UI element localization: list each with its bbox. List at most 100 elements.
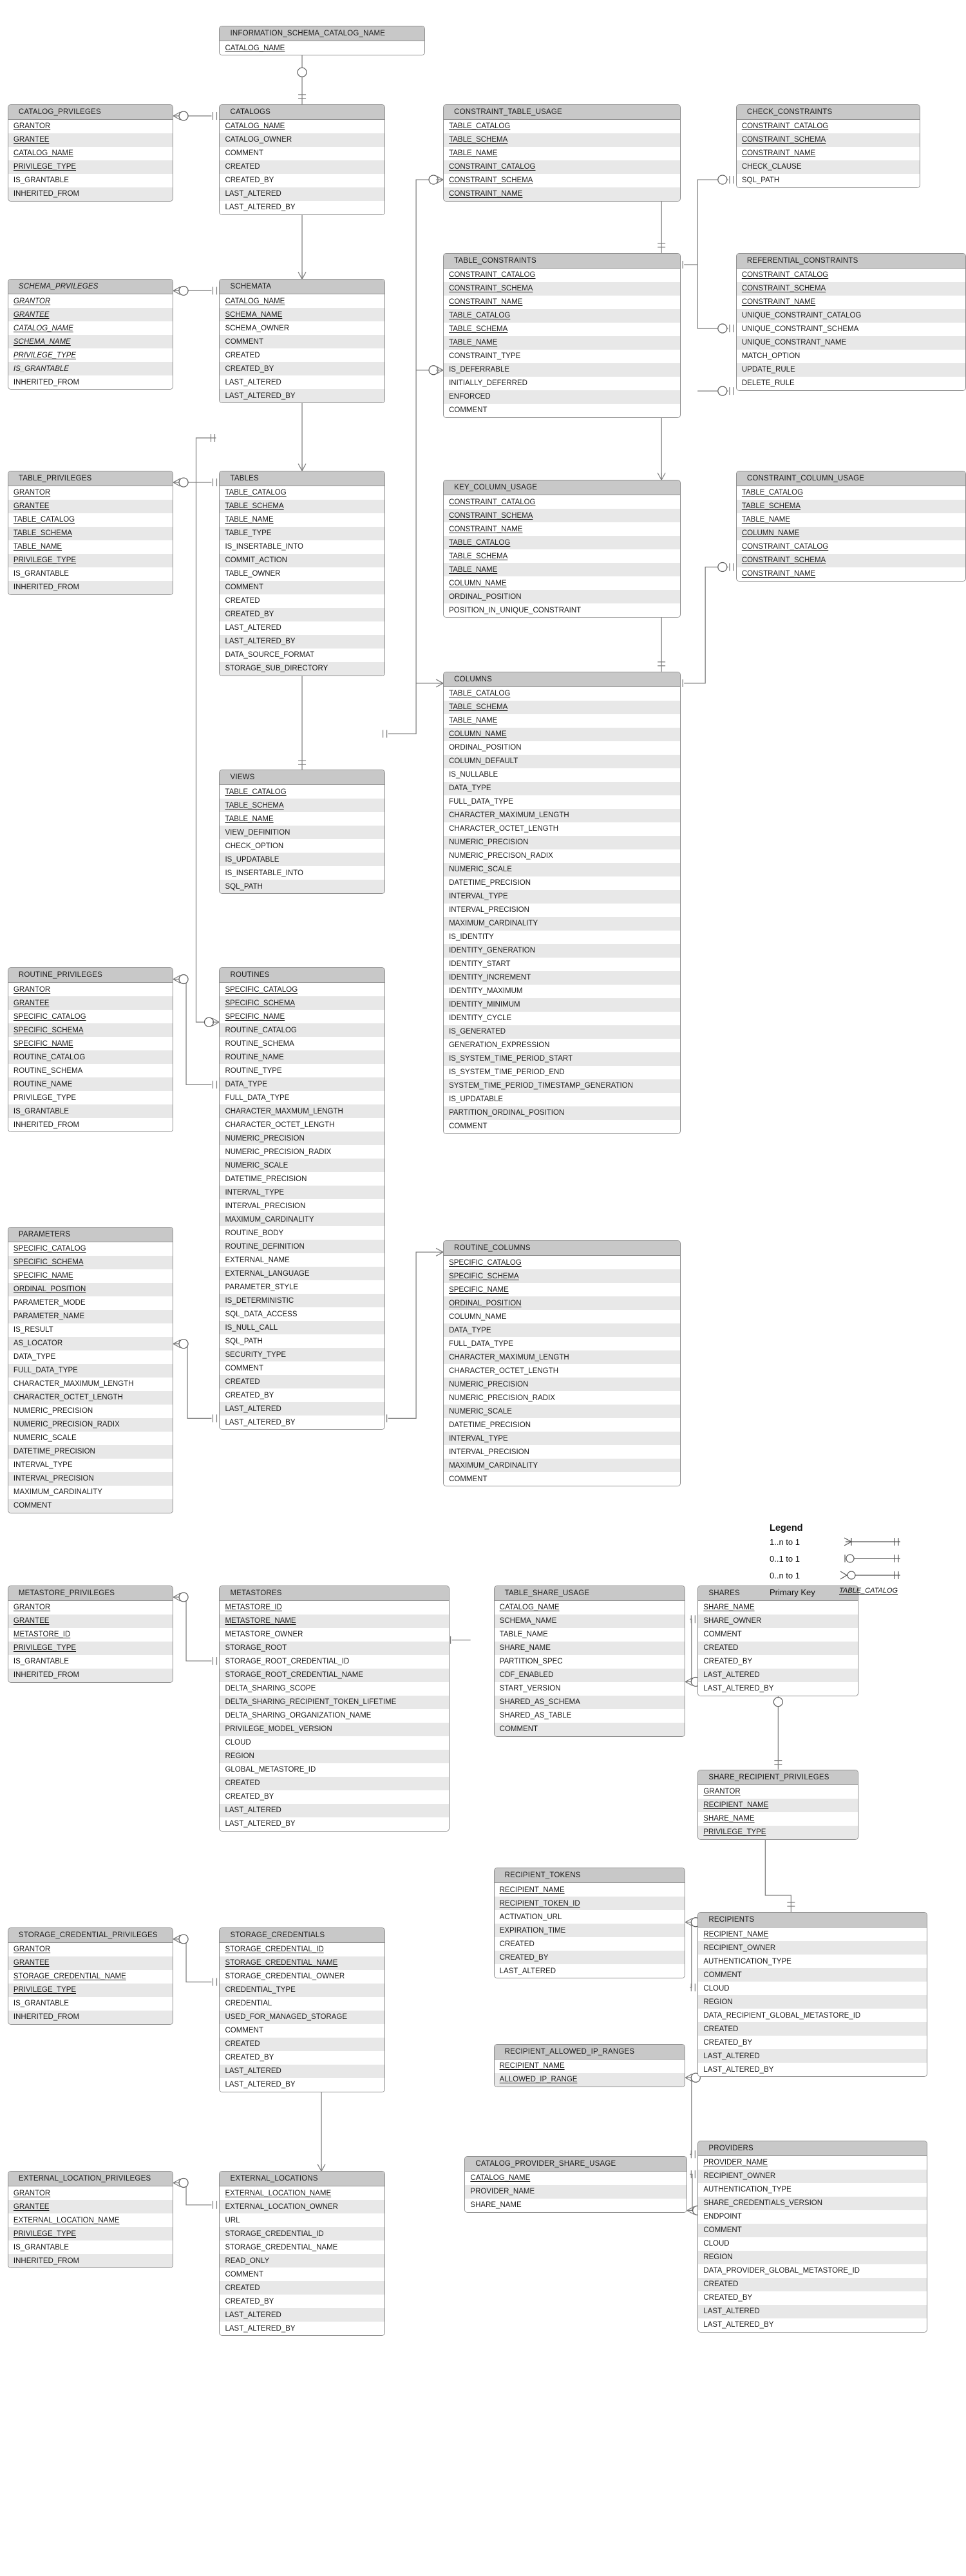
entity-column: INTERVAL_TYPE xyxy=(444,889,681,904)
entity-column: UNIQUE_CONSTRAINT_SCHEMA xyxy=(736,322,965,336)
entity-key_column_usage[interactable]: KEY_COLUMN_USAGE CONSTRAINT_CATALOG CONSTR… xyxy=(443,480,681,618)
column-name: COLUMN_NAME xyxy=(741,529,800,538)
entity-column: CONSTRAINT_CATALOG xyxy=(444,495,681,509)
entity-parameters[interactable]: PARAMETERS SPECIFIC_CATALOG SPECIFIC_SCHEM… xyxy=(7,1226,174,1513)
column-name: CREATED xyxy=(225,1779,260,1788)
entity-column: INTERVAL_PRECISION xyxy=(444,903,681,917)
entity-table_share_usage[interactable]: TABLE_SHARE_USAGE CATALOG_NAME SCHEMA_NAME… xyxy=(493,1585,686,1737)
entity-recipients[interactable]: RECIPIENTS RECIPIENT_NAME RECIPIENT_OWNER A… xyxy=(697,1912,928,2078)
entity-schema_privileges[interactable]: SCHEMA_PRVILEGES GRANTOR GRANTEE CATALOG_NA… xyxy=(7,279,174,390)
entity-column: ROUTINE_BODY xyxy=(220,1226,384,1240)
entity-constraint_column_usage[interactable]: CONSTRAINT_COLUMN_USAGE TABLE_CATALOG TABL… xyxy=(735,470,966,582)
column-name: CLOUD xyxy=(225,1739,251,1747)
column-name: CHARACTER_MAXIMUM_LENGTH xyxy=(449,1353,569,1361)
entity-table_privileges[interactable]: TABLE_PRIVILEGES GRANTOR GRANTEE TABLE_CATA… xyxy=(7,470,174,595)
entity-column: DELTA_SHARING_RECIPIENT_TOKEN_LIFETIME xyxy=(220,1695,449,1709)
entity-schemata[interactable]: SCHEMATA CATALOG_NAME SCHEMA_NAME SCHEMA_OW… xyxy=(219,279,385,404)
column-name: SHARE_NAME xyxy=(703,1815,755,1823)
entity-column: SCHEMA_NAME xyxy=(494,1614,685,1628)
entity-column: ORDINAL_POSITION xyxy=(444,590,681,604)
entity-column: GRANTOR xyxy=(8,983,173,997)
entity-column: LAST_ALTERED xyxy=(494,1964,685,1978)
entity-recipient_allowed_ip_ranges[interactable]: RECIPIENT_ALLOWED_IP_RANGES RECIPIENT_NAM… xyxy=(493,2043,686,2087)
entity-column: FULL_DATA_TYPE xyxy=(444,795,681,809)
entity-column: TABLE_NAME xyxy=(494,1627,685,1642)
column-name: TABLE_CATALOG xyxy=(449,122,511,131)
entity-column: CONSTRAINT_CATALOG xyxy=(736,119,920,133)
entity-external_location_privileges[interactable]: EXTERNAL_LOCATION_PRIVILEGES GRANTOR GRANT… xyxy=(7,2171,174,2269)
column-name: COMMENT xyxy=(703,1971,742,1979)
entity-column: TABLE_NAME xyxy=(8,540,173,554)
column-name: ROUTINE_CATALOG xyxy=(225,1026,297,1034)
entity-tables[interactable]: TABLES TABLE_CATALOG TABLE_SCHEMA TABLE_NAM… xyxy=(219,470,385,676)
entity-column: COMMENT xyxy=(220,580,384,594)
entity-information_schema_catalog_name[interactable]: INFORMATION_SCHEMA_CATALOG_NAME CATALOG_N… xyxy=(219,26,425,56)
column-name: SPECIFIC_NAME xyxy=(225,1012,285,1021)
entity-column: UNIQUE_CONSTRAINT_CATALOG xyxy=(736,308,965,323)
column-name: SCHEMA_NAME xyxy=(499,1617,557,1625)
column-name: NUMERIC_SCALE xyxy=(449,1407,512,1416)
entity-title-external_location_privileges: EXTERNAL_LOCATION_PRIVILEGES xyxy=(8,2172,173,2187)
entity-column: EXTERNAL_LOCATION_OWNER xyxy=(220,2200,384,2214)
entity-column: CHECK_OPTION xyxy=(220,839,384,853)
column-name: DELTA_SHARING_ORGANIZATION_NAME xyxy=(225,1712,372,1720)
entity-routine_columns[interactable]: ROUTINE_COLUMNS SPECIFIC_CATALOG SPECIFIC_… xyxy=(443,1240,681,1487)
entity-title-catalog_privileges: CATALOG_PRVILEGES xyxy=(8,104,173,120)
column-name: CREATED xyxy=(225,2284,260,2292)
entity-column: PRIVILEGE_TYPE xyxy=(698,1825,858,1839)
entity-share_recipient_privileges[interactable]: SHARE_RECIPIENT_PRIVILEGES GRANTOR RECIPIE… xyxy=(697,1769,859,1840)
entity-catalog_privileges[interactable]: CATALOG_PRVILEGES GRANTOR GRANTEE CATALOG_N… xyxy=(7,104,174,202)
column-name: SPECIFIC_SCHEMA xyxy=(449,1272,519,1280)
entity-shares[interactable]: SHARES SHARE_NAME SHARE_OWNER COMMENT CREATE… xyxy=(697,1585,859,1696)
entity-column: SQL_PATH xyxy=(736,173,920,187)
column-name: PRIVILEGE_TYPE xyxy=(13,2230,77,2238)
entity-metastores[interactable]: METASTORES METASTORE_ID METASTORE_NAME META… xyxy=(219,1585,450,1832)
entity-storage_credential_privileges[interactable]: STORAGE_CREDENTIAL_PRIVILEGES GRANTOR GRAN… xyxy=(7,1927,174,2025)
entity-column: UNIQUE_CONSTRANT_NAME xyxy=(736,336,965,350)
column-name: CATALOG_OWNER xyxy=(225,136,292,144)
column-name: NUMERIC_PRECISION xyxy=(225,1134,305,1142)
column-name: NUMERIC_PRECISION_RADIX xyxy=(449,1394,555,1402)
entity-column: GRANTEE xyxy=(8,1614,173,1628)
legend-label: 0..n to 1 xyxy=(770,1570,800,1580)
entity-providers[interactable]: PROVIDERS PROVIDER_NAME RECIPIENT_OWNER AUT… xyxy=(697,2140,928,2333)
entity-columns[interactable]: COLUMNS TABLE_CATALOG TABLE_SCHEMA TABLE_NA… xyxy=(443,671,681,1134)
column-name: GRANTOR xyxy=(13,1946,51,1954)
entity-column: DATA_TYPE xyxy=(8,1350,173,1364)
entity-referential_constraints[interactable]: REFERENTIAL_CONSTRAINTS CONSTRAINT_CATALO… xyxy=(735,252,966,391)
column-name: LAST_ALTERED_BY xyxy=(703,1685,774,1693)
entity-routine_privileges[interactable]: ROUTINE_PRIVILEGES GRANTOR GRANTEE SPECIFIC… xyxy=(7,967,174,1133)
column-name: COMMENT xyxy=(703,2226,742,2235)
entity-catalog_provider_share_usage[interactable]: CATALOG_PROVIDER_SHARE_USAGE CATALOG_NAME… xyxy=(464,2155,687,2213)
entity-constraint_table_usage[interactable]: CONSTRAINT_TABLE_USAGE TABLE_CATALOG TABLE… xyxy=(443,104,681,202)
column-name: CONSTRAINT_NAME xyxy=(741,570,816,578)
column-name: NUMERIC_PRECISION xyxy=(13,1407,93,1416)
column-name: COLUMN_NAME xyxy=(449,730,507,739)
column-name: RECIPIENT_NAME xyxy=(499,2062,565,2070)
column-name: IS_UPDATABLE xyxy=(449,1095,504,1104)
entity-column: NUMERIC_PRECISION_RADIX xyxy=(444,1391,681,1405)
entity-check_constraints[interactable]: CHECK_CONSTRAINTS CONSTRAINT_CATALOG CONST… xyxy=(735,104,920,188)
entity-storage_credentials[interactable]: STORAGE_CREDENTIALS STORAGE_CREDENTIAL_ID… xyxy=(219,1927,385,2092)
column-name: INHERITED_FROM xyxy=(13,190,80,198)
entity-metastore_privileges[interactable]: METASTORE_PRIVILEGES GRANTOR GRANTEE METAST… xyxy=(7,1585,174,1683)
entity-catalogs[interactable]: CATALOGS CATALOG_NAME CATALOG_OWNER COMMENT… xyxy=(219,104,385,215)
entity-column: IS_GRANTABLE xyxy=(8,362,173,376)
column-name: INTERVAL_TYPE xyxy=(449,893,508,901)
entity-column: SQL_PATH xyxy=(220,880,384,894)
entity-column: DATA_TYPE xyxy=(444,781,681,795)
column-name: COMMENT xyxy=(703,1631,742,1639)
column-name: SPECIFIC_SCHEMA xyxy=(13,1258,84,1267)
column-name: GRANTEE xyxy=(13,1959,50,1967)
entity-routines[interactable]: ROUTINES SPECIFIC_CATALOG SPECIFIC_SCHEMA S… xyxy=(219,967,385,1430)
entity-external_locations[interactable]: EXTERNAL_LOCATIONS EXTERNAL_LOCATION_NAME… xyxy=(219,2171,385,2336)
entity-column: CONSTRAINT_NAME xyxy=(736,146,920,160)
entity-column: CHARACTER_OCTET_LENGTH xyxy=(444,822,681,836)
entity-table_constraints[interactable]: TABLE_CONSTRAINTS CONSTRAINT_CATALOG CONST… xyxy=(443,252,681,418)
entity-column: FULL_DATA_TYPE xyxy=(220,1091,384,1105)
entity-column: GRANTOR xyxy=(8,2186,173,2201)
entity-recipient_tokens[interactable]: RECIPIENT_TOKENS RECIPIENT_NAME RECIPIENT_… xyxy=(493,1868,686,1978)
column-name: INITIALLY_DEFERRED xyxy=(449,379,527,388)
entity-views[interactable]: VIEWS TABLE_CATALOG TABLE_SCHEMA TABLE_NAME… xyxy=(219,770,385,895)
entity-column: CONSTRAINT_SCHEMA xyxy=(444,281,681,296)
